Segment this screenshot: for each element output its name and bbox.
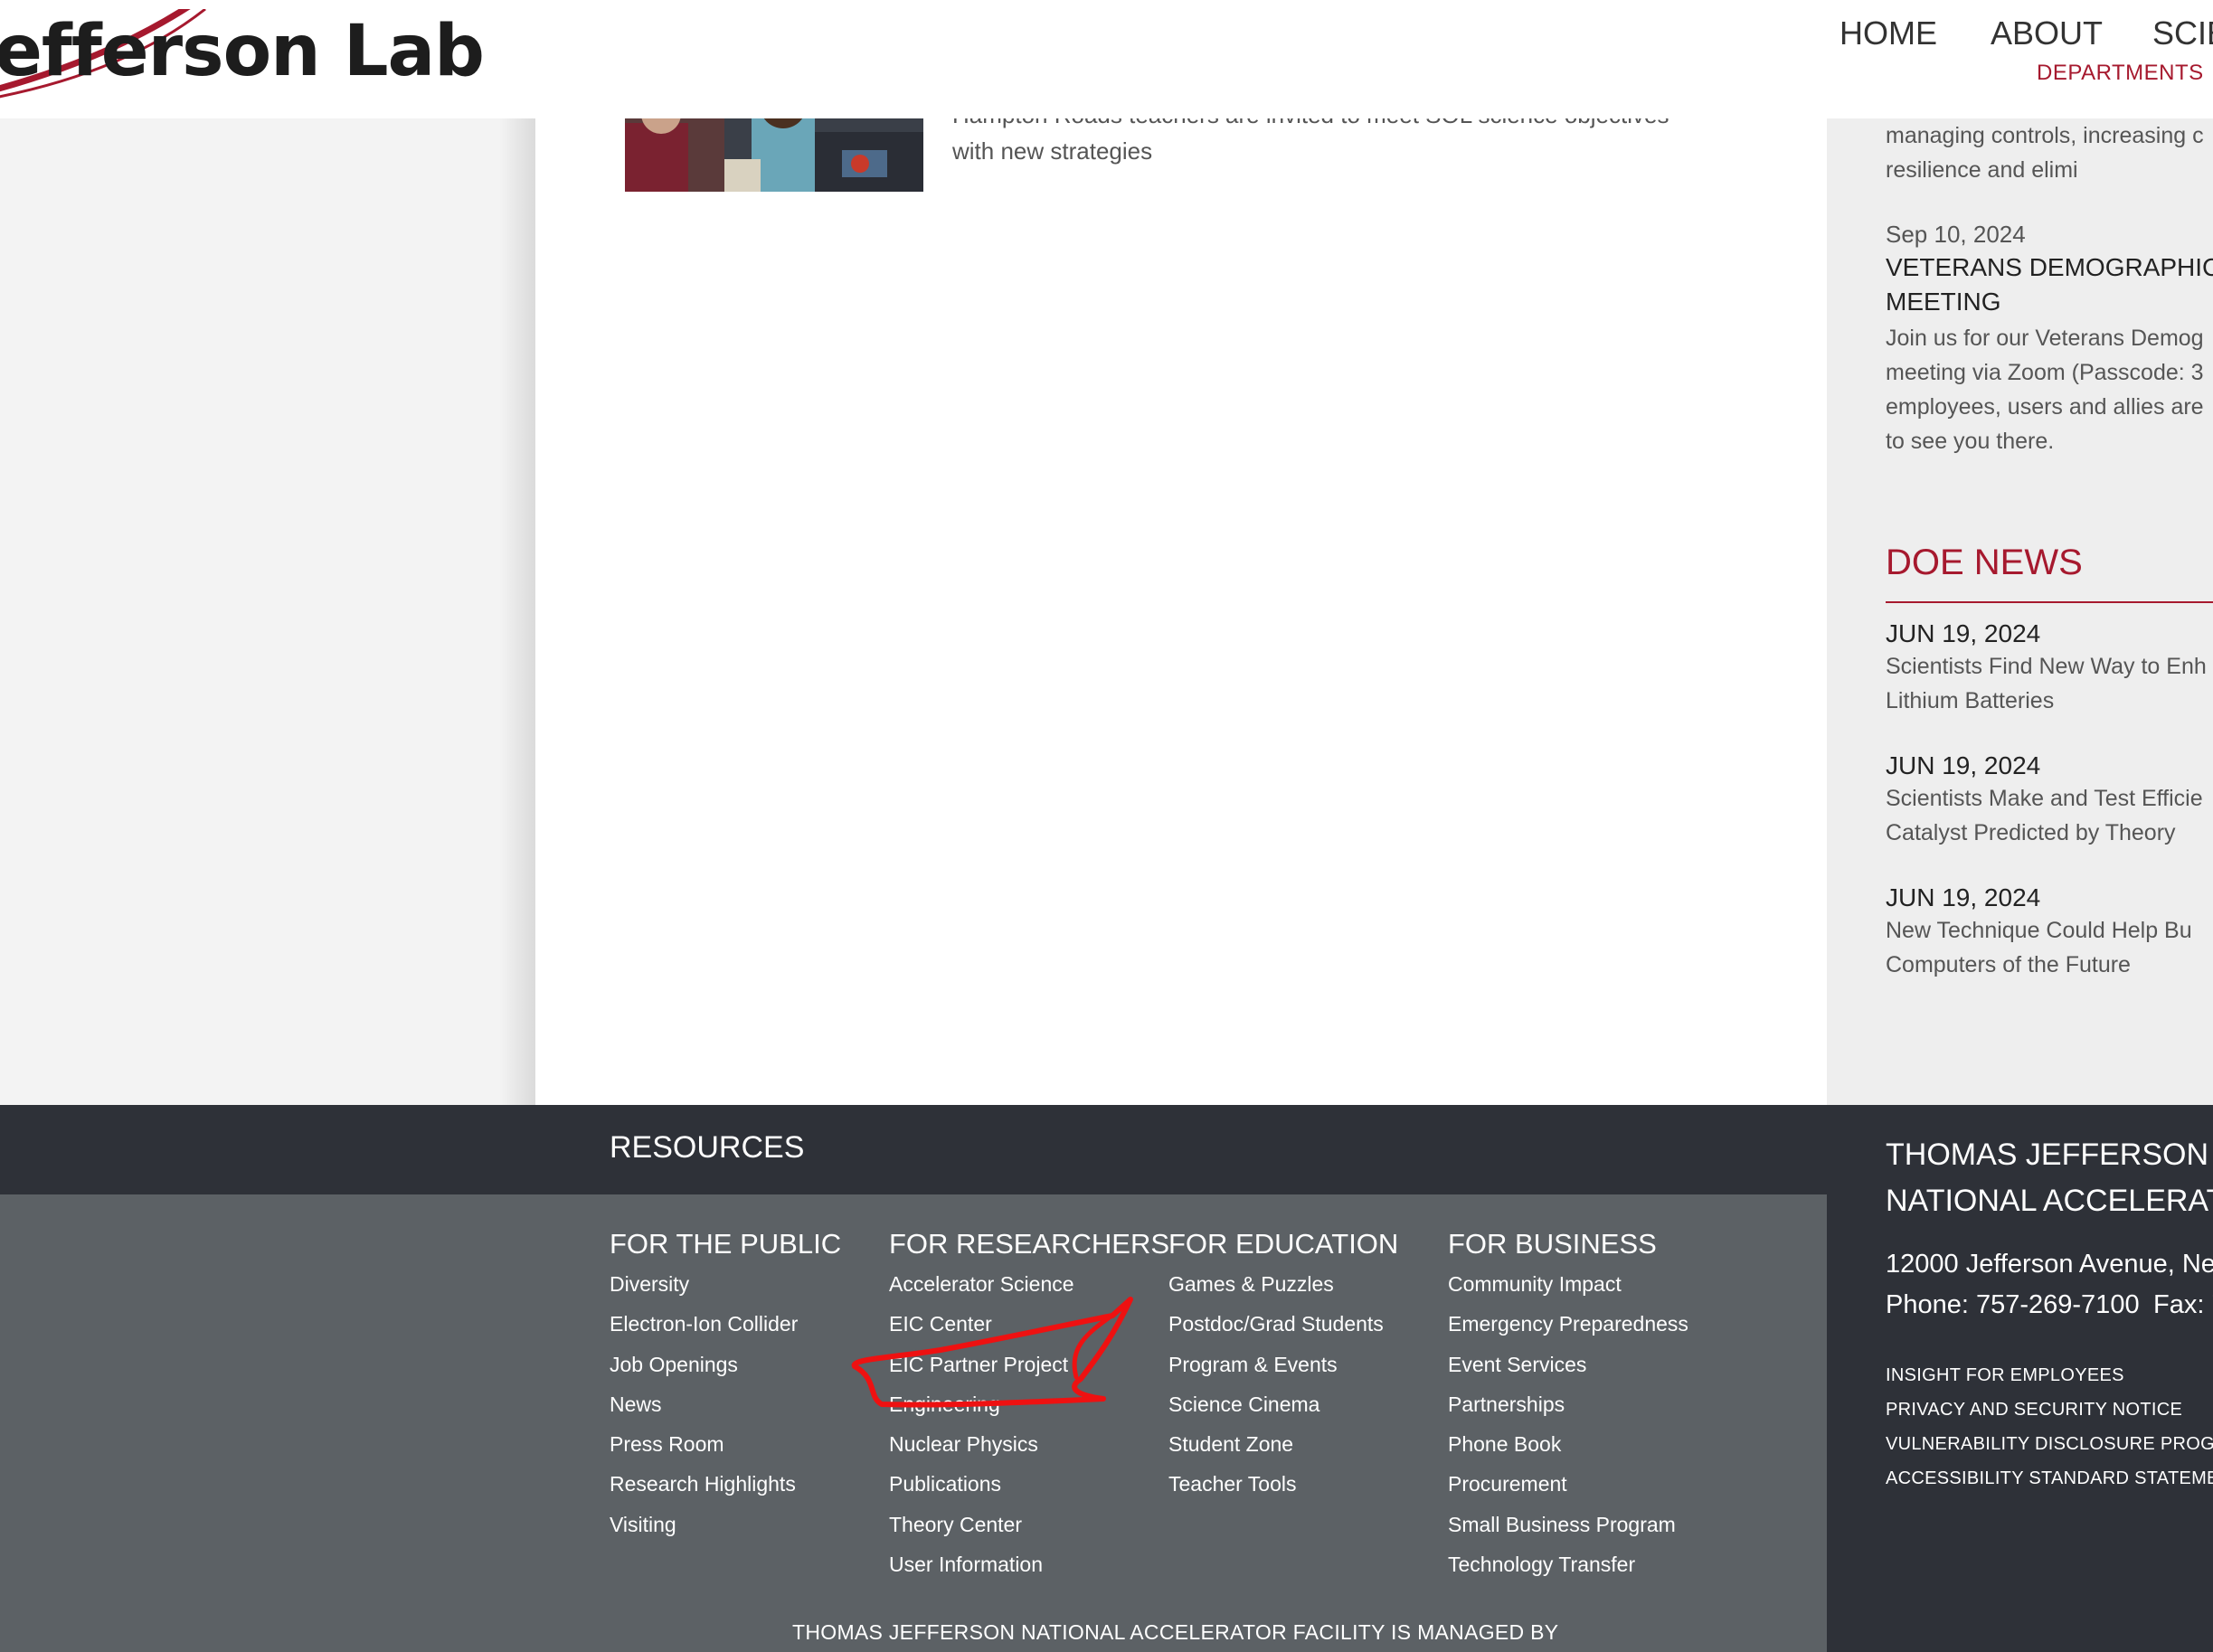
doe-news-heading: DOE NEWS	[1886, 543, 2083, 582]
footer-link[interactable]: Research Highlights	[610, 1464, 841, 1504]
footer-link[interactable]: Job Openings	[610, 1345, 841, 1384]
nav-home[interactable]: HOME	[1839, 14, 1937, 52]
footer-link[interactable]: Accelerator Science	[889, 1264, 1169, 1304]
left-gutter	[0, 0, 535, 1105]
logo-text[interactable]: efferson Lab	[0, 11, 485, 92]
event-body-line: Join us for our Veterans Demog	[1886, 326, 2204, 351]
footer-link[interactable]: Student Zone	[1168, 1424, 1398, 1464]
resources-title: RESOURCES	[610, 1130, 805, 1165]
footer-link[interactable]: Nuclear Physics	[889, 1424, 1169, 1464]
footer-link[interactable]: Small Business Program	[1448, 1505, 1688, 1544]
footer-link[interactable]: Emergency Preparedness	[1448, 1304, 1688, 1344]
footer-link[interactable]: Procurement	[1448, 1464, 1688, 1504]
nav-about[interactable]: ABOUT	[1991, 14, 2103, 52]
footer-link[interactable]: Partnerships	[1448, 1384, 1688, 1424]
doe-news-divider	[1886, 601, 2213, 603]
doe-news-link[interactable]: Scientists Make and Test Efficie	[1886, 786, 2203, 812]
footer-link[interactable]: Visiting	[610, 1505, 841, 1544]
legal-link[interactable]: INSIGHT FOR EMPLOYEES	[1886, 1365, 2124, 1386]
footer-link[interactable]: News	[610, 1384, 841, 1424]
event-body-line: employees, users and allies are	[1886, 394, 2204, 420]
footer-link[interactable]: Teacher Tools	[1168, 1464, 1398, 1504]
footer-column-researchers: FOR RESEARCHERS Accelerator Science EIC …	[889, 1228, 1169, 1584]
footer-link[interactable]: Event Services	[1448, 1345, 1688, 1384]
org-phone: Phone: 757-269-7100	[1886, 1290, 2140, 1319]
footer-column-education: FOR EDUCATION Games & Puzzles Postdoc/Gr…	[1168, 1228, 1398, 1505]
footer-link[interactable]: Phone Book	[1448, 1424, 1688, 1464]
doe-news-link[interactable]: New Technique Could Help Bu	[1886, 918, 2192, 944]
doe-news-link[interactable]: Scientists Find New Way to Enh	[1886, 654, 2207, 680]
doe-news-date: JUN 19, 2024	[1886, 619, 2041, 647]
nav-science[interactable]: SCIE	[2152, 14, 2213, 52]
event-body-line: resilience and elimi	[1886, 157, 2078, 183]
doe-news-link[interactable]: Computers of the Future	[1886, 952, 2131, 978]
footer-column-heading: FOR EDUCATION	[1168, 1228, 1399, 1260]
event-body-line: to see you there.	[1886, 429, 2055, 454]
footer-column-heading: FOR THE PUBLIC	[610, 1228, 842, 1260]
footer-link[interactable]: Science Cinema	[1168, 1384, 1398, 1424]
footer-link-eic-partner-project[interactable]: EIC Partner Project	[889, 1345, 1169, 1384]
news-summary-line: with new strategies	[952, 137, 1153, 165]
event-title[interactable]: MEETING	[1886, 288, 2001, 316]
event-date: Sep 10, 2024	[1886, 221, 2026, 248]
footer-link[interactable]: User Information	[889, 1544, 1169, 1584]
footer-link[interactable]: Engineering	[889, 1384, 1169, 1424]
footer-link[interactable]: Electron-Ion Collider	[610, 1304, 841, 1344]
doe-news-date: JUN 19, 2024	[1886, 883, 2041, 911]
event-body-line: meeting via Zoom (Passcode: 3	[1886, 360, 2204, 385]
org-fax: Fax: 7	[2153, 1290, 2213, 1319]
footer-link[interactable]: Diversity	[610, 1264, 841, 1304]
event-body-line: managing controls, increasing c	[1886, 123, 2204, 148]
doe-news-link[interactable]: Catalyst Predicted by Theory	[1886, 820, 2176, 846]
footer-column-public: FOR THE PUBLIC Diversity Electron-Ion Co…	[610, 1228, 841, 1544]
resources-bar	[0, 1105, 1827, 1194]
legal-link[interactable]: VULNERABILITY DISCLOSURE PROGRAM	[1886, 1434, 2213, 1455]
legal-link[interactable]: PRIVACY AND SECURITY NOTICE	[1886, 1400, 2182, 1421]
footer-column-business: FOR BUSINESS Community Impact Emergency …	[1448, 1228, 1688, 1584]
legal-link[interactable]: ACCESSIBILITY STANDARD STATEMENT	[1886, 1468, 2213, 1489]
footer-link[interactable]: Postdoc/Grad Students	[1168, 1304, 1398, 1344]
footer-link[interactable]: Technology Transfer	[1448, 1544, 1688, 1584]
org-address: 12000 Jefferson Avenue, Ne	[1886, 1250, 2213, 1279]
subnav-departments[interactable]: DEPARTMENTS	[2037, 61, 2204, 86]
footer-link[interactable]: Program & Events	[1168, 1345, 1398, 1384]
footer-link[interactable]: Theory Center	[889, 1505, 1169, 1544]
org-name: THOMAS JEFFERSON	[1886, 1138, 2209, 1172]
footer-link[interactable]: Games & Puzzles	[1168, 1264, 1398, 1304]
managed-by-text: THOMAS JEFFERSON NATIONAL ACCELERATOR FA…	[792, 1620, 1559, 1644]
event-title[interactable]: VETERANS DEMOGRAPHIC F	[1886, 253, 2213, 282]
footer-link[interactable]: Community Impact	[1448, 1264, 1688, 1304]
footer-column-heading: FOR RESEARCHERS	[889, 1228, 1170, 1260]
footer-link[interactable]: EIC Center	[889, 1304, 1169, 1344]
doe-news-date: JUN 19, 2024	[1886, 751, 2041, 779]
site-header: efferson Lab HOME ABOUT SCIE DEPARTMENTS	[0, 0, 2213, 118]
left-gutter-shadow	[499, 0, 535, 1105]
footer-link[interactable]: Publications	[889, 1464, 1169, 1504]
footer-column-heading: FOR BUSINESS	[1448, 1228, 1657, 1260]
footer-link[interactable]: Press Room	[610, 1424, 841, 1464]
doe-news-link[interactable]: Lithium Batteries	[1886, 688, 2054, 714]
org-name: NATIONAL ACCELERATO	[1886, 1184, 2213, 1218]
